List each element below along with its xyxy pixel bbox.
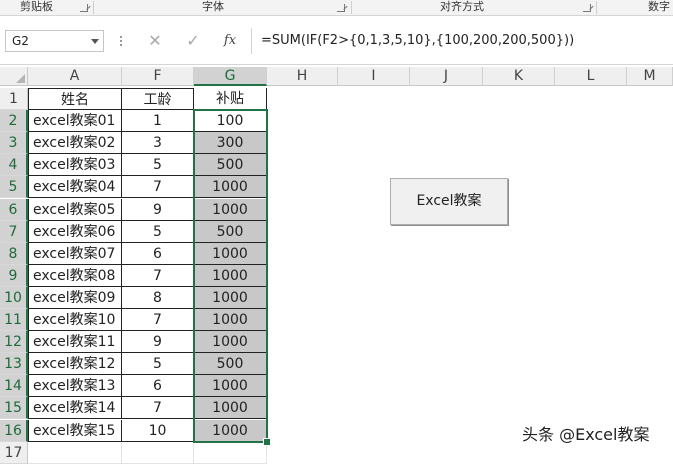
- cell-years[interactable]: 7: [122, 176, 194, 199]
- ribbon-group-font: 字体: [202, 0, 224, 13]
- name-box[interactable]: G2: [5, 30, 104, 52]
- watermark: 头条 @Excel教案: [522, 425, 650, 444]
- name-box-value: G2: [12, 34, 29, 48]
- fill-handle[interactable]: [263, 437, 271, 446]
- row-header-16[interactable]: 16: [0, 419, 28, 442]
- cell-name[interactable]: excel教案14: [28, 397, 122, 420]
- clipboard-launcher-icon[interactable]: [80, 4, 88, 12]
- cell-years[interactable]: 8: [122, 286, 194, 309]
- cell-subsidy[interactable]: 1000: [194, 176, 267, 199]
- row-header-6[interactable]: 6: [0, 198, 28, 221]
- cell-years[interactable]: 6: [122, 242, 194, 265]
- column-header-j[interactable]: J: [410, 67, 483, 86]
- cancel-icon[interactable]: ✕: [144, 30, 166, 52]
- row-header-1[interactable]: 1: [0, 88, 28, 110]
- cell-name[interactable]: excel教案12: [28, 353, 122, 376]
- font-launcher-icon[interactable]: [337, 4, 345, 12]
- cell-name[interactable]: excel教案11: [28, 331, 122, 354]
- cell-name[interactable]: excel教案04: [28, 176, 122, 199]
- row-header-3[interactable]: 3: [0, 132, 28, 155]
- cell-subsidy[interactable]: 1000: [194, 264, 267, 287]
- cell-subsidy[interactable]: 1000: [194, 375, 267, 398]
- row-header-14[interactable]: 14: [0, 375, 28, 398]
- header-cell-subsidy[interactable]: 补贴: [194, 88, 267, 110]
- row-header-9[interactable]: 9: [0, 264, 28, 287]
- cell-years[interactable]: 3: [122, 132, 194, 155]
- cell-years[interactable]: 6: [122, 375, 194, 398]
- column-header-k[interactable]: K: [483, 67, 555, 86]
- row-header-8[interactable]: 8: [0, 242, 28, 265]
- row-header-5[interactable]: 5: [0, 176, 28, 199]
- row-header-7[interactable]: 7: [0, 220, 28, 243]
- chevron-down-icon[interactable]: [91, 39, 99, 44]
- cell-name[interactable]: excel教案08: [28, 264, 122, 287]
- cell-years[interactable]: 5: [122, 353, 194, 376]
- cell-subsidy[interactable]: 1000: [194, 242, 267, 265]
- cell-name[interactable]: excel教案13: [28, 375, 122, 398]
- cell-years[interactable]: 9: [122, 331, 194, 354]
- cell-years[interactable]: 7: [122, 264, 194, 287]
- cell-subsidy[interactable]: 500: [194, 220, 267, 243]
- cell-subsidy[interactable]: 500: [194, 154, 267, 177]
- ribbon-group-alignment: 对齐方式: [440, 0, 484, 13]
- formula-bar-grip-icon[interactable]: [119, 30, 123, 52]
- column-header-l[interactable]: L: [555, 67, 627, 86]
- cell-subsidy[interactable]: 300: [194, 132, 267, 155]
- row-header-13[interactable]: 13: [0, 353, 28, 376]
- cell-name[interactable]: excel教案01: [28, 110, 122, 133]
- insert-function-icon[interactable]: fx: [219, 30, 241, 52]
- ribbon-separator: [93, 1, 94, 14]
- row-header-15[interactable]: 15: [0, 397, 28, 420]
- worksheet-grid[interactable]: AFGHIJKLM 1 2 3 4 5 6 7 8 9 10 11 12 13 14 15 16 17 姓名 工龄…: [0, 65, 673, 464]
- ribbon-group-strip: 剪贴板 字体 对齐方式 数字: [0, 0, 673, 16]
- cell-years[interactable]: 10: [122, 419, 194, 442]
- cell-years[interactable]: 5: [122, 220, 194, 243]
- header-cell-name[interactable]: 姓名: [28, 88, 122, 110]
- cell-subsidy[interactable]: 1000: [194, 309, 267, 331]
- excel-macro-button[interactable]: Excel教案: [390, 178, 508, 225]
- ribbon-group-number: 数字: [648, 0, 670, 13]
- row-header-12[interactable]: 12: [0, 331, 28, 354]
- row-header-2[interactable]: 2: [0, 110, 28, 133]
- cell-name[interactable]: excel教案02: [28, 132, 122, 155]
- column-header-a[interactable]: A: [28, 67, 122, 86]
- cell-name[interactable]: excel教案09: [28, 286, 122, 309]
- cell-subsidy[interactable]: 1000: [194, 397, 267, 420]
- select-all-corner[interactable]: [0, 67, 28, 86]
- column-header-i[interactable]: I: [338, 67, 410, 86]
- cell-years[interactable]: 5: [122, 154, 194, 177]
- cell-subsidy[interactable]: 100: [194, 110, 267, 133]
- column-header-m[interactable]: M: [627, 67, 673, 86]
- formula-input[interactable]: =SUM(IF(F2>{0,1,3,5,10},{100,200,200,500…: [251, 28, 673, 54]
- ribbon-separator: [596, 1, 597, 14]
- cell-subsidy[interactable]: 1000: [194, 198, 267, 221]
- cell-name[interactable]: excel教案06: [28, 220, 122, 243]
- ribbon-group-clipboard: 剪贴板: [20, 0, 53, 13]
- cell-name[interactable]: excel教案10: [28, 309, 122, 331]
- cell-years[interactable]: 7: [122, 309, 194, 331]
- enter-icon[interactable]: ✓: [182, 30, 204, 52]
- cell-subsidy[interactable]: 1000: [194, 331, 267, 354]
- cell-years[interactable]: 1: [122, 110, 194, 133]
- cell-subsidy[interactable]: 1000: [194, 286, 267, 309]
- column-header-g[interactable]: G: [194, 67, 267, 86]
- formula-bar: G2 ✕ ✓ fx =SUM(IF(F2>{0,1,3,5,10},{100,2…: [0, 16, 673, 65]
- cell-name[interactable]: excel教案03: [28, 154, 122, 177]
- row-header-10[interactable]: 10: [0, 286, 28, 309]
- cell-name[interactable]: excel教案05: [28, 198, 122, 221]
- row-header-11[interactable]: 11: [0, 309, 28, 331]
- cell-subsidy[interactable]: 500: [194, 353, 267, 376]
- header-cell-years[interactable]: 工龄: [122, 88, 194, 110]
- column-header-h[interactable]: H: [267, 67, 338, 86]
- row-header-4[interactable]: 4: [0, 154, 28, 177]
- cell-years[interactable]: 9: [122, 198, 194, 221]
- column-header-f[interactable]: F: [122, 67, 194, 86]
- ribbon-separator: [351, 1, 352, 14]
- cell-subsidy[interactable]: 1000: [194, 419, 267, 442]
- cell-name[interactable]: excel教案07: [28, 242, 122, 265]
- alignment-launcher-icon[interactable]: [583, 4, 591, 12]
- cell-name[interactable]: excel教案15: [28, 419, 122, 442]
- cell-years[interactable]: 7: [122, 397, 194, 420]
